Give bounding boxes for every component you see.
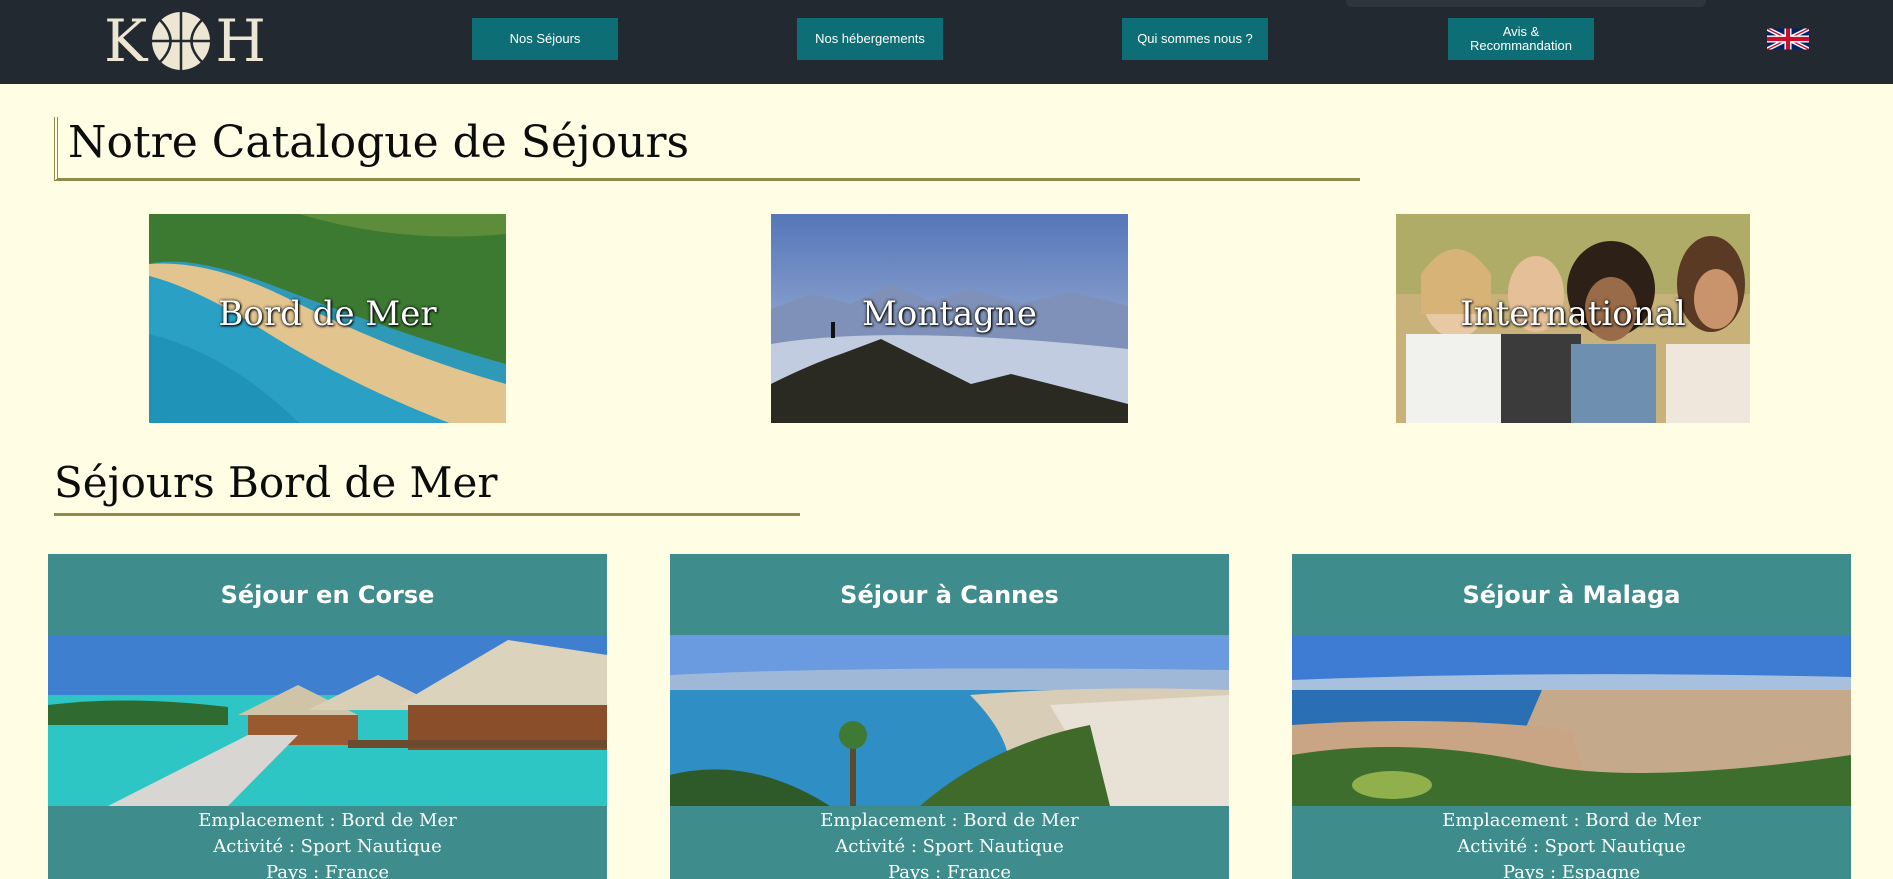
- category-montagne[interactable]: Montagne: [771, 214, 1128, 423]
- card-title: Séjour en Corse: [220, 580, 435, 609]
- card-location: Emplacement : Bord de Mer: [820, 810, 1079, 831]
- logo-letter-k: K: [104, 7, 148, 75]
- top-search-tab: [1346, 0, 1706, 7]
- nav-label: Nos hébergements: [815, 30, 925, 46]
- nav-label: Avis & Recommandation: [1470, 23, 1572, 53]
- card-image: [1292, 635, 1851, 806]
- section-title: Séjours Bord de Mer: [54, 458, 498, 507]
- nav-nos-sejours[interactable]: Nos Séjours: [472, 18, 618, 60]
- category-label: Bord de Mer: [218, 294, 437, 334]
- overwater-bungalows-image: [48, 635, 607, 806]
- malaga-city-image: [1292, 635, 1851, 806]
- card-info: Emplacement : Bord de Mer Activité : Spo…: [670, 806, 1229, 879]
- nav-qui-sommes-nous[interactable]: Qui sommes nous ?: [1122, 18, 1268, 60]
- card-title: Séjour à Cannes: [840, 580, 1059, 609]
- nav-label: Nos Séjours: [509, 30, 581, 46]
- card-image: [670, 635, 1229, 806]
- card-country: Pays : France: [265, 862, 390, 879]
- logo-letter-h: H: [215, 7, 266, 75]
- category-international[interactable]: International: [1396, 214, 1750, 423]
- cannes-coast-image: [670, 635, 1229, 806]
- category-label: International: [1460, 294, 1686, 334]
- card-image: [48, 635, 607, 806]
- card-info: Emplacement : Bord de Mer Activité : Spo…: [1292, 806, 1851, 879]
- site-header: K H Nos Séjours Nos hébergements Qui som…: [0, 0, 1893, 84]
- card-country: Pays : France: [887, 862, 1012, 879]
- uk-flag-icon[interactable]: [1767, 27, 1809, 51]
- nav-label: Qui sommes nous ?: [1137, 30, 1253, 46]
- card-country: Pays : Espagne: [1502, 862, 1641, 879]
- section-heading: Séjours Bord de Mer: [54, 458, 800, 516]
- card-location: Emplacement : Bord de Mer: [1442, 810, 1701, 831]
- site-logo[interactable]: K H: [104, 6, 276, 76]
- card-activity: Activité : Sport Nautique: [213, 836, 442, 857]
- card-activity: Activité : Sport Nautique: [835, 836, 1064, 857]
- category-label: Montagne: [862, 294, 1037, 334]
- card-info: Emplacement : Bord de Mer Activité : Spo…: [48, 806, 607, 879]
- nav-avis-recommandation[interactable]: Avis & Recommandation: [1448, 18, 1594, 60]
- card-activity: Activité : Sport Nautique: [1457, 836, 1686, 857]
- nav-nos-hebergements[interactable]: Nos hébergements: [797, 18, 943, 60]
- card-title: Séjour à Malaga: [1462, 580, 1681, 609]
- catalog-heading: Notre Catalogue de Séjours: [54, 117, 1360, 181]
- stay-card-cannes[interactable]: Séjour à Cannes Emplacement : Bord de Me…: [670, 554, 1229, 879]
- basketball-icon: [152, 12, 211, 70]
- stay-card-malaga[interactable]: Séjour à Malaga Emplacement : Bord de Me…: [1292, 554, 1851, 879]
- catalog-title: Notre Catalogue de Séjours: [68, 117, 690, 168]
- card-location: Emplacement : Bord de Mer: [198, 810, 457, 831]
- stay-card-corse[interactable]: Séjour en Corse Emplacement : Bord de Me…: [48, 554, 607, 879]
- category-bord-de-mer[interactable]: Bord de Mer: [149, 214, 506, 423]
